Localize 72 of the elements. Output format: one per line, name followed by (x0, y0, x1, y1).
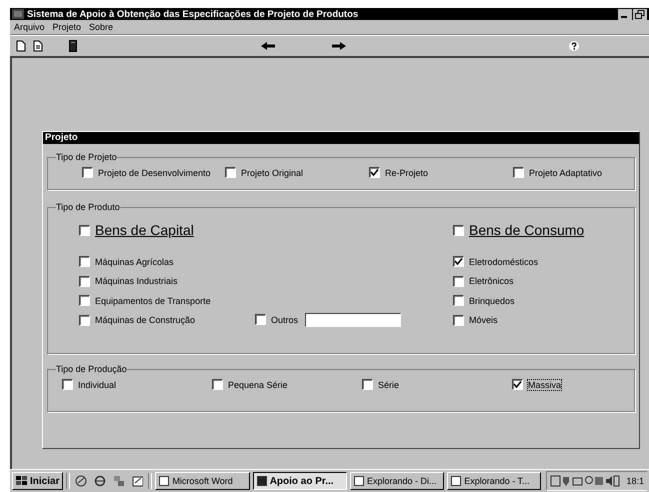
back-arrow-icon[interactable] (261, 42, 275, 50)
browser-icon[interactable] (94, 475, 106, 487)
checkbox[interactable] (453, 224, 464, 236)
menu-item[interactable]: Arquivo (14, 22, 45, 32)
task-button[interactable]: Microsoft Word (155, 472, 250, 490)
checkbox-label: Máquinas de Construção (95, 315, 196, 326)
menu-item[interactable]: Projeto (52, 22, 82, 32)
tray-icons-drawing (550, 475, 620, 487)
checkbox-label: Bens de Capital (95, 222, 194, 238)
checkbox[interactable] (453, 314, 464, 326)
checkbox[interactable] (212, 379, 223, 390)
checkbox[interactable] (362, 379, 373, 390)
restore-icon[interactable] (633, 8, 647, 20)
window-title: Sistema de Apoio à Obtenção das Especificações de Projeto de Produtos (27, 8, 358, 20)
checkbox[interactable] (513, 167, 524, 178)
start-button[interactable]: Iniciar (12, 472, 64, 490)
group-legend: Tipo de Produção (56, 364, 127, 374)
checkbox[interactable] (62, 379, 73, 390)
dialog-title: Projeto (43, 132, 639, 144)
group-legend: Tipo de Produto (56, 202, 120, 212)
network-icon[interactable] (112, 475, 125, 487)
checkbox[interactable] (79, 314, 90, 326)
checkbox[interactable] (453, 276, 464, 287)
help-icon[interactable] (569, 41, 579, 51)
checkbox[interactable] (79, 276, 90, 287)
checkbox-label: Eletrodomésticos (469, 256, 538, 267)
checkbox[interactable] (82, 167, 93, 178)
task-button[interactable]: Explorando - T... (447, 472, 542, 490)
checkbox[interactable] (79, 224, 90, 236)
group-legend: Tipo de Projeto (56, 152, 117, 162)
window-icon (451, 476, 462, 486)
checkbox[interactable] (79, 256, 90, 268)
task-button[interactable]: Apoio ao Pr... (252, 472, 347, 490)
checkbox-label: Re-Projeto (385, 168, 428, 178)
new-document-icon[interactable] (16, 40, 26, 52)
checkbox-label: Brinquedos (469, 296, 515, 306)
checkbox-label: Individual (78, 380, 116, 390)
checkbox-label: Móveis (469, 315, 498, 326)
checkbox[interactable] (225, 167, 236, 178)
window-icon (354, 476, 364, 486)
checkbox[interactable] (453, 295, 464, 306)
checkbox-label: Série (378, 380, 400, 390)
input-field[interactable] (305, 312, 402, 327)
checkbox[interactable] (369, 167, 380, 178)
checkbox-label: Projeto Original (241, 168, 304, 178)
checkbox[interactable] (79, 295, 90, 306)
checkbox-label: Equipamentos de Transporte (95, 296, 211, 306)
menu-item[interactable]: Sobre (89, 22, 114, 32)
document-icon[interactable] (33, 40, 43, 52)
checkbox-label: Projeto Adaptativo (529, 168, 602, 178)
task-button[interactable]: Explorando - Di... (350, 472, 444, 490)
minimize-icon[interactable] (618, 8, 632, 20)
checkbox-label: Máquinas Agrícolas (95, 256, 174, 267)
checkbox[interactable] (512, 379, 523, 390)
windows-logo-icon (16, 476, 27, 486)
book-icon[interactable] (69, 40, 77, 52)
checkbox-label: Eletrônicos (469, 276, 514, 286)
clock: 18:1 (626, 476, 644, 486)
desktop-icon[interactable] (132, 475, 144, 487)
quick-launch-icon[interactable] (75, 475, 88, 487)
checkbox[interactable] (453, 256, 464, 268)
checkbox-label: Projeto de Desenvolvimento (98, 168, 211, 178)
window-icon (159, 476, 170, 486)
app-icon (12, 9, 24, 19)
checkbox-label: Pequena Série (228, 380, 288, 390)
checkbox[interactable] (255, 314, 266, 326)
checkbox-label: Massiva (528, 380, 562, 390)
checkbox-label: Máquinas Industriais (95, 276, 178, 286)
forward-arrow-icon[interactable] (332, 42, 346, 50)
checkbox-label: Outros (271, 314, 298, 325)
checkbox-label: Bens de Consumo (469, 222, 584, 238)
window-icon (256, 476, 267, 486)
